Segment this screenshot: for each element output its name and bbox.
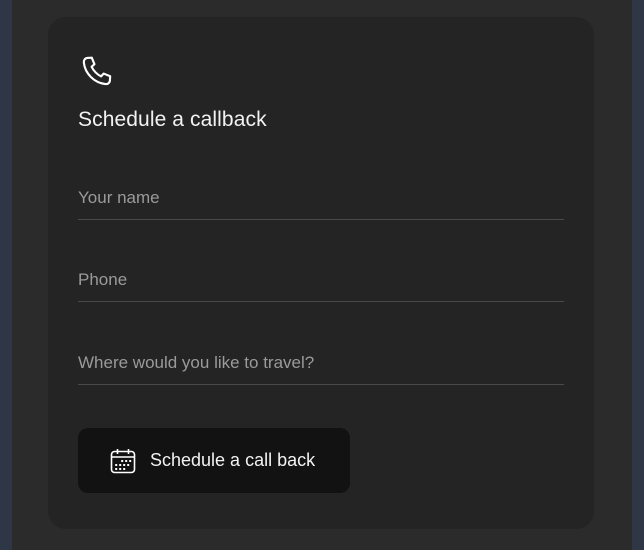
travel-field-wrapper — [78, 341, 564, 385]
phone-icon — [80, 54, 114, 88]
calendar-icon — [109, 447, 137, 475]
schedule-call-back-label: Schedule a call back — [150, 450, 316, 470]
form-title: Schedule a callback — [78, 108, 267, 131]
travel-destination-input[interactable] — [78, 341, 564, 384]
schedule-call-back-button[interactable]: Schedule a call back — [78, 428, 350, 493]
name-field-wrapper — [78, 176, 564, 220]
phone-field-wrapper — [78, 258, 564, 302]
name-input[interactable] — [78, 176, 564, 219]
phone-input[interactable] — [78, 258, 564, 301]
